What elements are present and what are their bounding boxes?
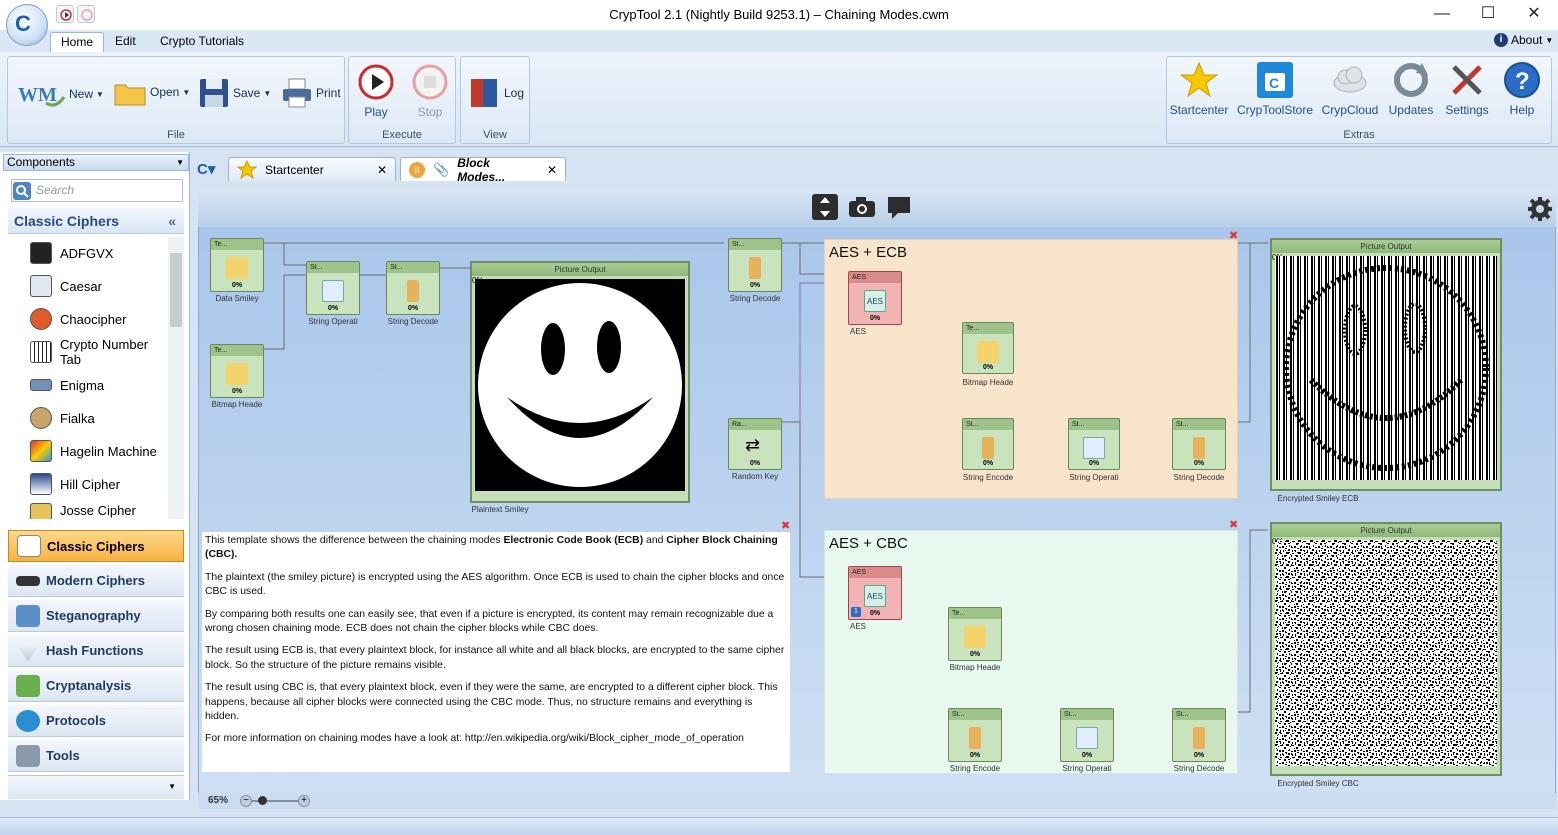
string-operation-component[interactable]: St... 0% — [306, 261, 360, 315]
component-label: String Encode — [949, 764, 1001, 773]
bitmap-icon — [226, 257, 248, 279]
encode-icon — [969, 727, 981, 749]
decode-icon — [1193, 727, 1205, 749]
string-decode-component[interactable]: St... 0% — [1172, 418, 1226, 470]
cbc-title: AES + CBC — [829, 535, 908, 552]
arrow-right-icon — [1083, 437, 1105, 459]
ecb-encrypted-image — [1275, 256, 1497, 480]
shuffle-icon: ⇄ — [745, 435, 761, 455]
string-decode-component[interactable]: St... 0% — [728, 238, 782, 292]
close-icon[interactable]: ✖ — [1229, 229, 1238, 242]
component-label: String Operati — [1062, 764, 1112, 773]
bitmap-header-component[interactable]: Te... 0% — [948, 607, 1002, 661]
component-label: Data Smiley — [215, 294, 259, 303]
description-paragraph: For more information on chaining modes h… — [205, 733, 744, 745]
bitmap-header-component[interactable]: Te... 0% — [210, 344, 264, 398]
description-paragraph: By comparing both results one can easily… — [205, 608, 774, 635]
decode-icon — [749, 257, 761, 279]
description-paragraph: The plaintext (the smiley picture) is en… — [205, 571, 785, 598]
aes-ecb-component[interactable]: AES AES 0% — [848, 271, 902, 325]
string-decode-component[interactable]: St... 0% — [1172, 708, 1226, 762]
decode-icon — [407, 280, 419, 302]
close-icon[interactable]: ✖ — [781, 519, 790, 532]
random-key-component[interactable]: Ra... ⇄ 0% — [728, 418, 782, 470]
data-smiley-component[interactable]: Te... 0% — [210, 238, 264, 292]
close-icon[interactable]: ✖ — [1229, 518, 1238, 531]
component-label: Bitmap Heade — [962, 378, 1014, 387]
aes-icon: AES — [864, 585, 886, 607]
description-paragraph: This template shows the difference betwe… — [205, 535, 778, 561]
string-encode-component[interactable]: St... 0% — [962, 418, 1014, 470]
component-label: Bitmap Heade — [211, 400, 263, 409]
arrow-right-icon — [322, 280, 344, 302]
smiley-image — [475, 279, 685, 491]
component-label: String Operati — [308, 317, 358, 326]
description-textbox[interactable]: This template shows the difference betwe… — [202, 532, 790, 772]
ecb-picture-output[interactable]: Picture Output 0% — [1270, 238, 1502, 491]
component-label: AES — [849, 327, 866, 336]
component-label: String Operati — [1069, 473, 1119, 482]
component-label: Encrypted Smiley CBC — [1277, 779, 1359, 788]
component-label: AES — [849, 622, 866, 631]
status-bar — [0, 817, 1558, 835]
component-label: String Decode — [1173, 473, 1225, 482]
description-paragraph: The result using CBC is, that every plai… — [205, 682, 778, 723]
decode-icon — [1193, 437, 1205, 459]
bitmap-icon — [977, 341, 999, 363]
ecb-title: AES + ECB — [829, 244, 907, 261]
string-decode-component[interactable]: St... 0% — [386, 261, 440, 315]
zoom-bar — [198, 793, 1556, 809]
zoom-in-button[interactable]: + — [298, 795, 310, 807]
aes-cbc-component[interactable]: AES AES 1 0% — [848, 566, 902, 620]
plaintext-picture-output[interactable]: Picture Output 0% — [470, 261, 690, 503]
aes-icon: AES — [864, 290, 886, 312]
description-paragraph: The result using ECB is, that every plai… — [205, 645, 785, 671]
string-operation-component[interactable]: St... 0% — [1060, 708, 1114, 762]
string-encode-component[interactable]: St... 0% — [948, 708, 1002, 762]
encode-icon — [982, 437, 994, 459]
zoom-level: 65% — [208, 795, 229, 806]
component-label: String Decode — [729, 294, 781, 303]
component-label: Bitmap Heade — [949, 663, 1001, 672]
component-label: String Decode — [387, 317, 439, 326]
bitmap-icon — [964, 626, 986, 648]
bitmap-header-component[interactable]: Te... 0% — [962, 322, 1014, 374]
component-label: Plaintext Smiley — [471, 505, 529, 514]
string-operation-component[interactable]: St... 0% — [1068, 418, 1120, 470]
cbc-encrypted-image — [1275, 540, 1497, 766]
component-label: Encrypted Smiley ECB — [1277, 494, 1359, 503]
arrow-right-icon — [1076, 727, 1098, 749]
cbc-picture-output[interactable]: Picture Output 0% — [1270, 522, 1502, 776]
zoom-out-button[interactable]: − — [240, 795, 252, 807]
component-label: Random Key — [731, 472, 779, 481]
bitmap-icon — [226, 363, 248, 385]
component-label: String Decode — [1173, 764, 1225, 773]
component-label: String Encode — [962, 473, 1014, 482]
zoom-slider-thumb[interactable] — [258, 796, 267, 805]
